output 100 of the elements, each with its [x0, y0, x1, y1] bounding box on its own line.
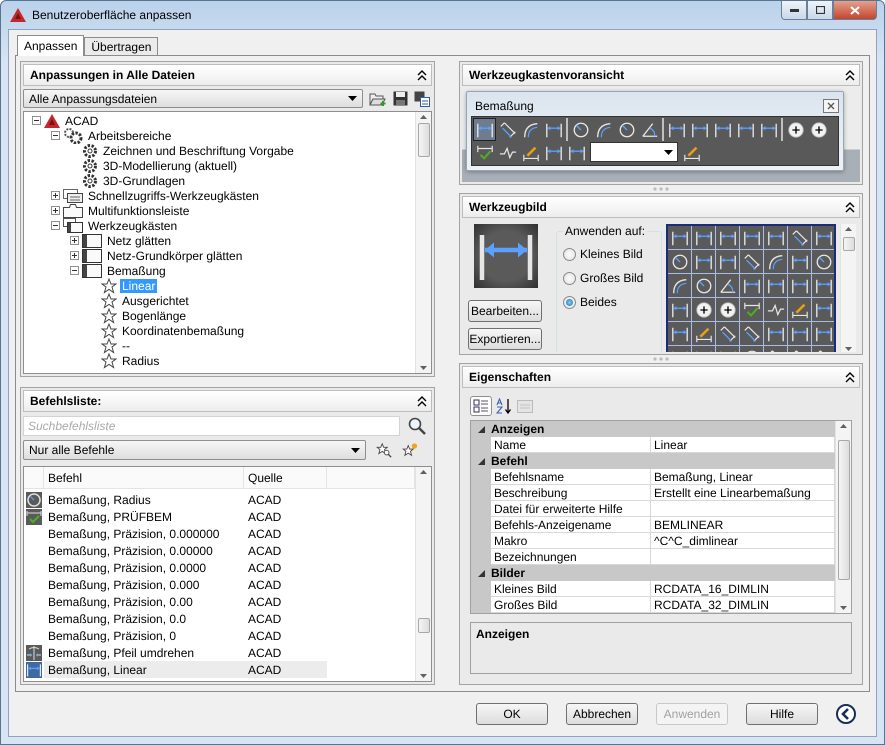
command-row[interactable]: Bemaßung, Präzision, 0.00 ACAD: [24, 593, 415, 610]
palette-cell[interactable]: [740, 226, 763, 249]
palette-cell[interactable]: [692, 226, 715, 249]
palette-cell[interactable]: [716, 250, 739, 273]
expand-box[interactable]: [51, 191, 60, 200]
collapse-icon[interactable]: [845, 372, 855, 382]
palette-cell[interactable]: [812, 298, 834, 321]
dialog-button[interactable]: Abbrechen: [566, 703, 638, 725]
column-header[interactable]: Quelle: [248, 470, 283, 484]
collapse-box[interactable]: [51, 131, 60, 140]
command-row[interactable]: Bemaßung, Präzision, 0.00000 ACAD: [24, 542, 415, 559]
palette-cell[interactable]: [740, 250, 763, 273]
palette-cell[interactable]: [764, 322, 787, 345]
collapse-box[interactable]: [51, 221, 60, 230]
scrollbar[interactable]: [840, 224, 856, 352]
property-value[interactable]: RCDATA_32_DIMLIN: [651, 597, 835, 613]
scroll-down-icon[interactable]: [420, 674, 427, 678]
new-star-icon[interactable]: [402, 442, 418, 458]
tree-item[interactable]: Bemaßung: [105, 264, 168, 278]
tree-item[interactable]: Koordinatenbemaßung: [120, 324, 246, 338]
command-row[interactable]: Bemaßung, Pfeil umdrehen ACAD: [24, 644, 415, 661]
scroll-up-icon[interactable]: [420, 470, 427, 474]
command-row[interactable]: Bemaßung, Radius ACAD: [24, 491, 415, 508]
palette-cell[interactable]: [788, 250, 811, 273]
scroll-down-icon[interactable]: [845, 347, 852, 351]
property-value[interactable]: Erstellt eine Linearbemaßung: [651, 485, 835, 501]
collapse-box[interactable]: [70, 266, 79, 275]
tree-item[interactable]: Bogenlänge: [120, 308, 188, 322]
tree-item[interactable]: Zeichnen und Beschriftung Vorgabe: [101, 144, 296, 158]
minimize-button[interactable]: [781, 1, 807, 20]
grip-icon[interactable]: [653, 187, 669, 191]
tree-item[interactable]: 3D-Grundlagen: [101, 174, 188, 188]
tree-item[interactable]: Werkzeugkästen: [86, 218, 180, 232]
palette-cell[interactable]: [740, 322, 763, 345]
property-value[interactable]: Linear: [651, 437, 835, 453]
collapse-triangle-icon[interactable]: [478, 570, 484, 576]
palette-cell[interactable]: [740, 274, 763, 297]
palette-cell[interactable]: [812, 322, 834, 345]
scroll-thumb[interactable]: [418, 123, 430, 157]
dialog-button[interactable]: OK: [476, 703, 548, 725]
collapse-icon[interactable]: [417, 396, 427, 406]
palette-cell[interactable]: [716, 298, 739, 321]
palette-cell[interactable]: [692, 298, 715, 321]
scroll-thumb[interactable]: [842, 237, 854, 251]
scroll-up-icon[interactable]: [420, 115, 427, 119]
palette-cell[interactable]: [764, 274, 787, 297]
scrollbar[interactable]: [415, 112, 431, 373]
tree-item[interactable]: Multifunktionsleiste: [86, 204, 192, 218]
close-button[interactable]: [833, 1, 877, 20]
palette-cell[interactable]: [812, 226, 834, 249]
palette-cell[interactable]: [740, 298, 763, 321]
action-button[interactable]: Bearbeiten...: [468, 300, 542, 322]
collapse-icon[interactable]: [417, 70, 427, 80]
tab[interactable]: Übertragen: [84, 37, 158, 55]
scroll-down-icon[interactable]: [420, 366, 427, 370]
tree-item[interactable]: --: [120, 338, 132, 352]
collapse-triangle-icon[interactable]: [478, 458, 484, 464]
palette-cell[interactable]: [692, 250, 715, 273]
close-icon[interactable]: [823, 99, 839, 113]
tree-item[interactable]: Netz-Grundkörper glätten: [105, 248, 244, 262]
palette-cell[interactable]: [812, 250, 834, 273]
expand-box[interactable]: [70, 236, 79, 245]
palette-cell[interactable]: [692, 274, 715, 297]
command-row[interactable]: Bemaßung, Präzision, 0.0000 ACAD: [24, 559, 415, 576]
command-row[interactable]: Bemaßung, Präzision, 0 ACAD: [24, 627, 415, 644]
palette-cell[interactable]: [716, 226, 739, 249]
column-header[interactable]: Befehl: [48, 470, 82, 484]
tree-item[interactable]: Arbeitsbereiche: [86, 128, 174, 142]
command-row[interactable]: Bemaßung, Präzision, 0.0 ACAD: [24, 610, 415, 627]
dialog-button[interactable]: Hilfe: [746, 703, 818, 725]
tool-button[interactable]: [473, 118, 496, 141]
save-icon[interactable]: [393, 91, 408, 106]
palette-cell[interactable]: [812, 274, 834, 297]
palette-cell[interactable]: [668, 250, 691, 273]
tree-item[interactable]: Netz glätten: [105, 234, 174, 248]
scroll-up-icon[interactable]: [845, 227, 852, 231]
property-value[interactable]: BEMLINEAR: [651, 517, 835, 533]
palette-cell[interactable]: [716, 322, 739, 345]
collapse-icon[interactable]: [845, 70, 855, 80]
open-folder-icon[interactable]: [369, 90, 387, 106]
command-row[interactable]: Bemaßung, Präzision, 0.000000 ACAD: [24, 525, 415, 542]
palette-cell[interactable]: [764, 226, 787, 249]
command-row[interactable]: Bemaßung, Präzision, 0.000 ACAD: [24, 576, 415, 593]
collapse-triangle-icon[interactable]: [478, 426, 484, 432]
back-icon[interactable]: [836, 704, 856, 724]
palette-cell[interactable]: [788, 298, 811, 321]
action-button[interactable]: Exportieren...: [468, 328, 542, 350]
scroll-thumb[interactable]: [838, 440, 850, 580]
maximize-button[interactable]: [807, 1, 833, 20]
tree-item[interactable]: ACAD: [63, 114, 100, 128]
palette-cell[interactable]: [668, 226, 691, 249]
save-as-icon[interactable]: [414, 90, 430, 106]
file-dropdown[interactable]: Alle Anpassungsdateien: [23, 89, 363, 108]
tab[interactable]: Anpassen: [17, 35, 84, 56]
radio-button[interactable]: [563, 248, 576, 260]
tree-item[interactable]: Ausgerichtet: [120, 294, 191, 308]
property-value[interactable]: RCDATA_16_DIMLIN: [651, 581, 835, 597]
palette-cell[interactable]: [668, 274, 691, 297]
scroll-down-icon[interactable]: [840, 606, 847, 610]
expand-box[interactable]: [70, 251, 79, 260]
